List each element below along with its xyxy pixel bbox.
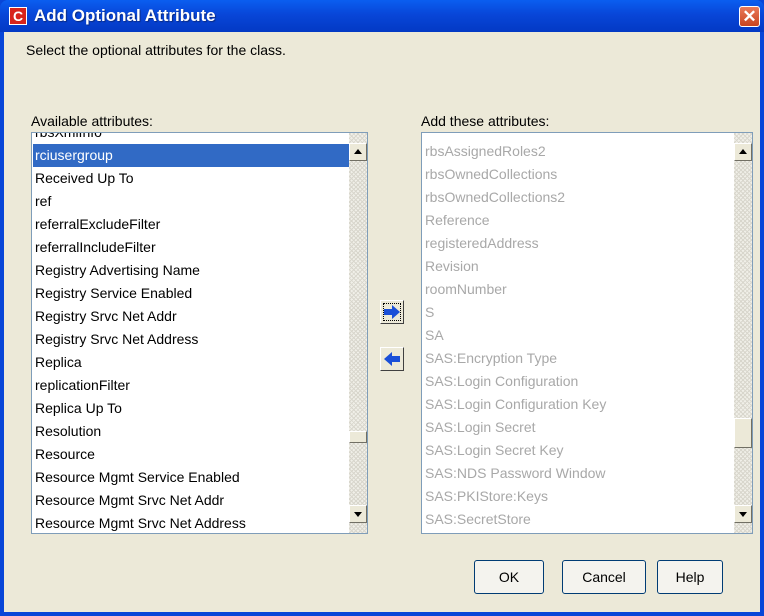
- add-attribute-button[interactable]: [380, 300, 404, 324]
- window-title: Add Optional Attribute: [34, 6, 216, 25]
- list-item[interactable]: SAS:PKIStore:Keys: [423, 485, 734, 508]
- list-item[interactable]: Received Up To: [33, 167, 349, 190]
- list-item[interactable]: rbsOwnedCollections2: [423, 186, 734, 209]
- ok-button[interactable]: OK: [474, 560, 544, 594]
- list-item[interactable]: registeredAddress: [423, 232, 734, 255]
- list-item[interactable]: Resource Mgmt Service Enabled: [33, 466, 349, 489]
- list-item[interactable]: referralExcludeFilter: [33, 213, 349, 236]
- list-item[interactable]: S: [423, 301, 734, 324]
- list-item[interactable]: referralIncludeFilter: [33, 236, 349, 259]
- cancel-button[interactable]: Cancel: [562, 560, 646, 594]
- list-item[interactable]: Replica: [33, 351, 349, 374]
- list-item[interactable]: Registry Service Enabled: [33, 282, 349, 305]
- scroll-down-button[interactable]: [734, 505, 752, 523]
- list-item[interactable]: ref: [33, 190, 349, 213]
- arrow-left-icon: [384, 352, 400, 366]
- list-item[interactable]: rbsXmlInfo: [33, 133, 349, 144]
- list-item[interactable]: replicationFilter: [33, 374, 349, 397]
- list-item[interactable]: Registry Srvc Net Addr: [33, 305, 349, 328]
- available-attributes-scrollbar[interactable]: [349, 133, 367, 533]
- selected-attributes-list[interactable]: rbsAssignedRoles2 rbsOwnedCollections rbsO…: [421, 132, 753, 534]
- help-button[interactable]: Help: [657, 560, 723, 594]
- chevron-up-icon: [739, 149, 747, 154]
- scroll-up-button[interactable]: [734, 143, 752, 161]
- chevron-down-icon: [739, 512, 747, 517]
- scroll-down-button[interactable]: [349, 505, 367, 523]
- list-item[interactable]: SAS:Login Configuration Key: [423, 393, 734, 416]
- close-button[interactable]: ✕: [739, 6, 760, 27]
- list-item[interactable]: SAS:Login Secret: [423, 416, 734, 439]
- list-item[interactable]: SAS:SecretStore: [423, 508, 734, 531]
- selected-attributes-items: rbsAssignedRoles2 rbsOwnedCollections rbsO…: [422, 133, 734, 533]
- title-bar[interactable]: C Add Optional Attribute ✕: [0, 0, 764, 32]
- list-item-selected[interactable]: rciusergroup: [33, 144, 349, 167]
- list-item[interactable]: Registry Srvc Net Address: [33, 328, 349, 351]
- list-item[interactable]: SAS:NDS Password Window: [423, 462, 734, 485]
- list-item[interactable]: SA: [423, 324, 734, 347]
- available-attributes-label: Available attributes:: [31, 113, 153, 129]
- remove-attribute-button[interactable]: [380, 347, 404, 371]
- list-item[interactable]: Resolution: [33, 420, 349, 443]
- instruction-text: Select the optional attributes for the c…: [26, 42, 286, 58]
- list-item[interactable]: rbsAssignedRoles2: [423, 140, 734, 163]
- selected-attributes-scrollbar[interactable]: [734, 133, 752, 533]
- list-item[interactable]: Resource Mgmt Srvc Net Address: [33, 512, 349, 533]
- app-icon: C: [9, 7, 27, 25]
- list-item[interactable]: Registry Advertising Name: [33, 259, 349, 282]
- list-item[interactable]: SAS:Login Configuration: [423, 370, 734, 393]
- list-item[interactable]: roomNumber: [423, 278, 734, 301]
- list-item[interactable]: Revision: [423, 255, 734, 278]
- chevron-down-icon: [354, 512, 362, 517]
- scroll-thumb[interactable]: [349, 431, 367, 443]
- scroll-thumb[interactable]: [734, 418, 752, 448]
- list-item[interactable]: Resource: [33, 443, 349, 466]
- add-these-attributes-label: Add these attributes:: [421, 113, 550, 129]
- available-attributes-list[interactable]: rbsXmlInforciusergroupReceived Up Torefr…: [31, 132, 368, 534]
- arrow-right-icon: [384, 305, 400, 319]
- available-attributes-items: rbsXmlInforciusergroupReceived Up Torefr…: [32, 133, 349, 533]
- list-item[interactable]: rbsOwnedCollections: [423, 163, 734, 186]
- list-item[interactable]: SAS:Encryption Type: [423, 347, 734, 370]
- list-item[interactable]: SAS:Login Secret Key: [423, 439, 734, 462]
- list-item[interactable]: Reference: [423, 209, 734, 232]
- scroll-up-button[interactable]: [349, 143, 367, 161]
- list-item[interactable]: Replica Up To: [33, 397, 349, 420]
- chevron-up-icon: [354, 149, 362, 154]
- close-icon: ✕: [742, 7, 757, 26]
- list-item[interactable]: Resource Mgmt Srvc Net Addr: [33, 489, 349, 512]
